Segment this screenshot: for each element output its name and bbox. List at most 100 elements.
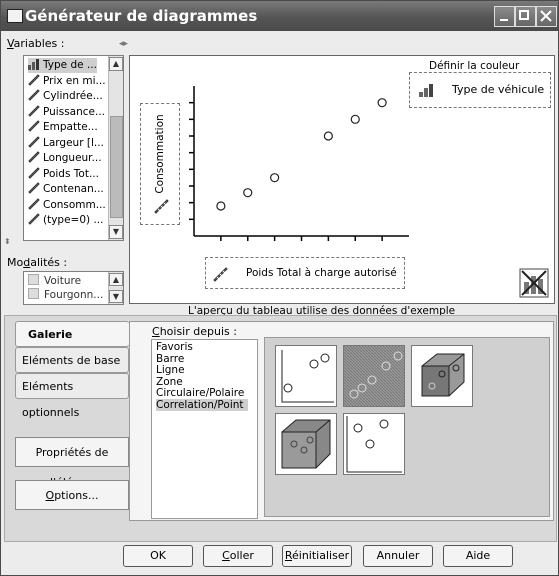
scatter-point bbox=[323, 131, 333, 141]
thumbnail-grouped-scatter[interactable] bbox=[343, 413, 405, 475]
variable-item-label: Poids Tot... bbox=[43, 167, 99, 180]
variables-scrollbar[interactable]: ▲ ▼ bbox=[108, 56, 123, 240]
minimize-button[interactable] bbox=[494, 6, 515, 27]
aide-button[interactable]: Aide bbox=[443, 545, 513, 567]
delete-element-icon[interactable] bbox=[519, 268, 549, 298]
chart-type-item[interactable]: Barre bbox=[156, 353, 188, 365]
thumbnail-simple-scatter[interactable] bbox=[275, 345, 337, 407]
scale-variable-icon bbox=[213, 267, 228, 282]
modalite-item[interactable]: Voiture bbox=[28, 274, 81, 289]
scatter-point bbox=[377, 98, 387, 108]
category-swatch-icon bbox=[28, 274, 39, 285]
variable-item-label: Cylindrée... bbox=[43, 90, 103, 102]
variable-item-label: (type=0) ... bbox=[43, 214, 104, 226]
variables-label-text: ariables : bbox=[13, 37, 65, 50]
thumbnail-3d-scatter[interactable] bbox=[411, 345, 473, 407]
variables-label: Variables : bbox=[7, 37, 65, 50]
variables-list[interactable]: Type de ... Prix en mi... Cylindrée... Puis… bbox=[23, 55, 124, 241]
modalites-scroll-up[interactable]: ▲ bbox=[109, 273, 123, 286]
variable-item[interactable]: (type=0) ... bbox=[28, 213, 103, 228]
scale-variable-icon bbox=[28, 73, 40, 86]
title-bar[interactable]: Générateur de diagrammes bbox=[1, 1, 558, 31]
chart-type-item[interactable]: Favoris bbox=[156, 341, 197, 353]
variable-item[interactable]: Longueur... bbox=[28, 151, 102, 166]
chart-builder-window: Générateur de diagrammes Variables : ◂▸ … bbox=[0, 0, 559, 576]
thumbnail-overlay-scatter[interactable] bbox=[343, 345, 405, 407]
tab-elements-optionnels[interactable]: Eléments optionnels bbox=[15, 373, 129, 419]
choose-from-label: Choisir depuis : bbox=[152, 325, 237, 338]
gallery-content: Choisir depuis : Favoris Barre Ligne Zone Ci… bbox=[129, 321, 554, 521]
modalite-item-label: Fourgonn... bbox=[44, 289, 104, 301]
chart-type-item[interactable]: Ligne bbox=[156, 364, 189, 376]
variable-item-label: Type de ... bbox=[43, 59, 97, 71]
scatter-point bbox=[350, 114, 360, 124]
scatter-point bbox=[270, 173, 280, 183]
modalites-scroll-down[interactable]: ▼ bbox=[109, 290, 123, 303]
x-axis-drop-zone[interactable]: Poids Total à charge autorisé bbox=[205, 257, 405, 289]
scale-variable-icon bbox=[28, 166, 40, 179]
element-properties-button[interactable]: Propriétés de l'élém... bbox=[15, 437, 129, 489]
variable-item[interactable]: Empatte... bbox=[28, 120, 98, 135]
resize-handle-icon[interactable]: ◂▸ bbox=[119, 39, 128, 49]
y-axis-variable-name: Consommation bbox=[154, 114, 166, 194]
close-button[interactable] bbox=[536, 6, 557, 27]
variable-item[interactable]: Type de ... bbox=[28, 58, 97, 73]
maximize-button[interactable] bbox=[515, 6, 536, 27]
window-icon bbox=[7, 9, 23, 23]
options-button[interactable]: Options... bbox=[15, 480, 129, 510]
scale-variable-icon bbox=[28, 182, 40, 194]
gallery-tab-panel: Galerie Eléments de base Eléments option… bbox=[4, 315, 557, 542]
category-swatch-icon bbox=[28, 288, 39, 299]
chart-type-item[interactable]: Correlation/Point bbox=[156, 398, 248, 411]
nominal-variable-icon bbox=[28, 59, 39, 70]
window-title: Générateur de diagrammes bbox=[25, 7, 258, 25]
tab-galerie[interactable]: Galerie bbox=[15, 321, 129, 347]
close-icon bbox=[540, 10, 552, 22]
variable-item-label: Prix en mi... bbox=[43, 74, 106, 87]
color-variable-name: Type de véhicule bbox=[452, 83, 545, 96]
modalite-item[interactable]: Fourgonn... bbox=[28, 288, 103, 303]
variable-item[interactable]: Puissance... bbox=[28, 104, 105, 120]
annuler-button[interactable]: Annuler bbox=[363, 545, 433, 567]
chart-preview-canvas[interactable]: Définir la couleur Type de véhicule Cons… bbox=[129, 55, 555, 304]
scale-variable-icon bbox=[28, 120, 40, 132]
variable-item[interactable]: Cylindrée... bbox=[28, 89, 103, 104]
variable-item[interactable]: Consomm... bbox=[28, 197, 106, 213]
modalites-list[interactable]: Voiture Fourgonn... ▲ ▼ bbox=[23, 271, 124, 305]
color-drop-zone[interactable]: Type de véhicule bbox=[409, 72, 551, 108]
variable-item-label: Largeur [l... bbox=[43, 136, 104, 149]
scale-variable-icon bbox=[154, 199, 169, 214]
chart-type-item[interactable]: Circulaire/Polaire bbox=[156, 387, 248, 399]
scatter-plot bbox=[189, 86, 409, 241]
y-axis-drop-zone[interactable]: Consommation bbox=[140, 103, 180, 225]
scale-variable-icon bbox=[28, 197, 40, 210]
splitter-icon[interactable]: ⬍ bbox=[4, 237, 11, 246]
variable-item-label: Longueur... bbox=[43, 152, 102, 164]
scroll-thumb[interactable] bbox=[110, 116, 123, 218]
scale-variable-icon bbox=[28, 151, 40, 163]
scatter-point bbox=[243, 188, 253, 198]
variable-item-label: Contenan... bbox=[43, 183, 104, 195]
chart-thumbnail-area bbox=[264, 337, 550, 517]
chart-type-item[interactable]: Zone bbox=[156, 376, 187, 388]
scale-variable-icon bbox=[28, 135, 40, 148]
variable-item-label: Consomm... bbox=[43, 198, 106, 211]
coller-button[interactable]: Coller bbox=[203, 545, 273, 567]
scatter-point bbox=[216, 201, 226, 211]
variable-item-label: Puissance... bbox=[43, 105, 105, 118]
scale-variable-icon bbox=[28, 89, 40, 101]
variable-item-label: Empatte... bbox=[43, 121, 98, 133]
modalite-item-label: Voiture bbox=[44, 275, 82, 287]
tab-elements-de-base[interactable]: Eléments de base bbox=[15, 347, 129, 373]
variable-item[interactable]: Poids Tot... bbox=[28, 166, 99, 182]
scroll-up-button[interactable]: ▲ bbox=[109, 57, 123, 71]
chart-type-list[interactable]: Favoris Barre Ligne Zone Circulaire/Polaire C… bbox=[151, 339, 258, 519]
variable-item[interactable]: Contenan... bbox=[28, 182, 104, 197]
modalites-scrollbar[interactable]: ▲ ▼ bbox=[108, 272, 123, 304]
reinitialiser-button[interactable]: Réinitialiser bbox=[282, 545, 352, 567]
thumbnail-3d-cube-scatter[interactable] bbox=[275, 413, 337, 475]
ok-button[interactable]: OK bbox=[123, 545, 193, 567]
variable-item[interactable]: Prix en mi... bbox=[28, 73, 106, 89]
scroll-down-button[interactable]: ▼ bbox=[109, 225, 123, 239]
variable-item[interactable]: Largeur [l... bbox=[28, 135, 104, 151]
